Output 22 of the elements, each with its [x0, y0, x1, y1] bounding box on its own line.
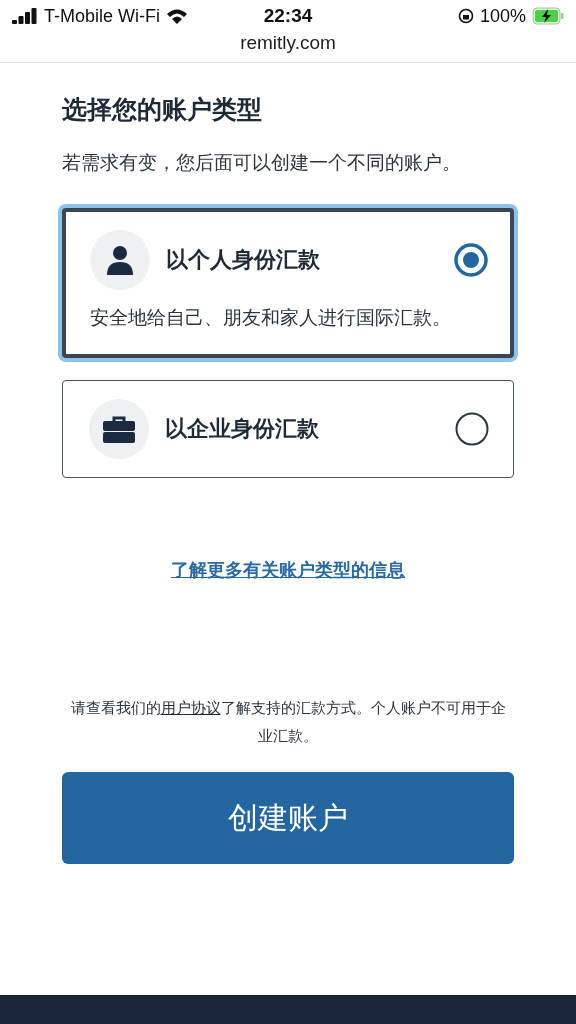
carrier-name: T-Mobile Wi-Fi	[44, 5, 160, 27]
agreement-notice: 请查看我们的用户协议了解支持的汇款方式。个人账户不可用于企业汇款。	[69, 698, 507, 747]
subtitle-text: 若需求有变，您后面可以创建一个不同的账户。	[62, 150, 462, 175]
person-icon	[107, 245, 133, 275]
wifi-icon	[166, 8, 188, 24]
user-agreement-link[interactable]: 用户协议	[160, 699, 221, 717]
briefcase-icon	[103, 415, 135, 443]
option-title: 以企业身份汇款	[165, 415, 320, 443]
battery-percent: 100%	[479, 5, 526, 27]
option-title: 以个人身份汇款	[166, 246, 321, 274]
battery-icon	[532, 7, 564, 25]
address-bar-url[interactable]: remitly.com	[0, 32, 576, 63]
account-option-card[interactable]: 以企业身份汇款	[62, 380, 514, 478]
radio-button[interactable]	[454, 243, 488, 277]
clock-time: 22:34	[263, 5, 313, 27]
learn-more-link[interactable]: 了解更多有关账户类型的信息	[171, 558, 405, 582]
rotation-lock-icon	[457, 8, 474, 24]
page-heading: 选择您的账户类型	[62, 94, 263, 126]
create-account-button[interactable]: 创建账户	[62, 772, 514, 864]
radio-button[interactable]	[455, 412, 489, 446]
option-description: 安全地给自己、朋友和家人进行国际汇款。	[90, 305, 452, 330]
signal-icon	[12, 8, 38, 24]
